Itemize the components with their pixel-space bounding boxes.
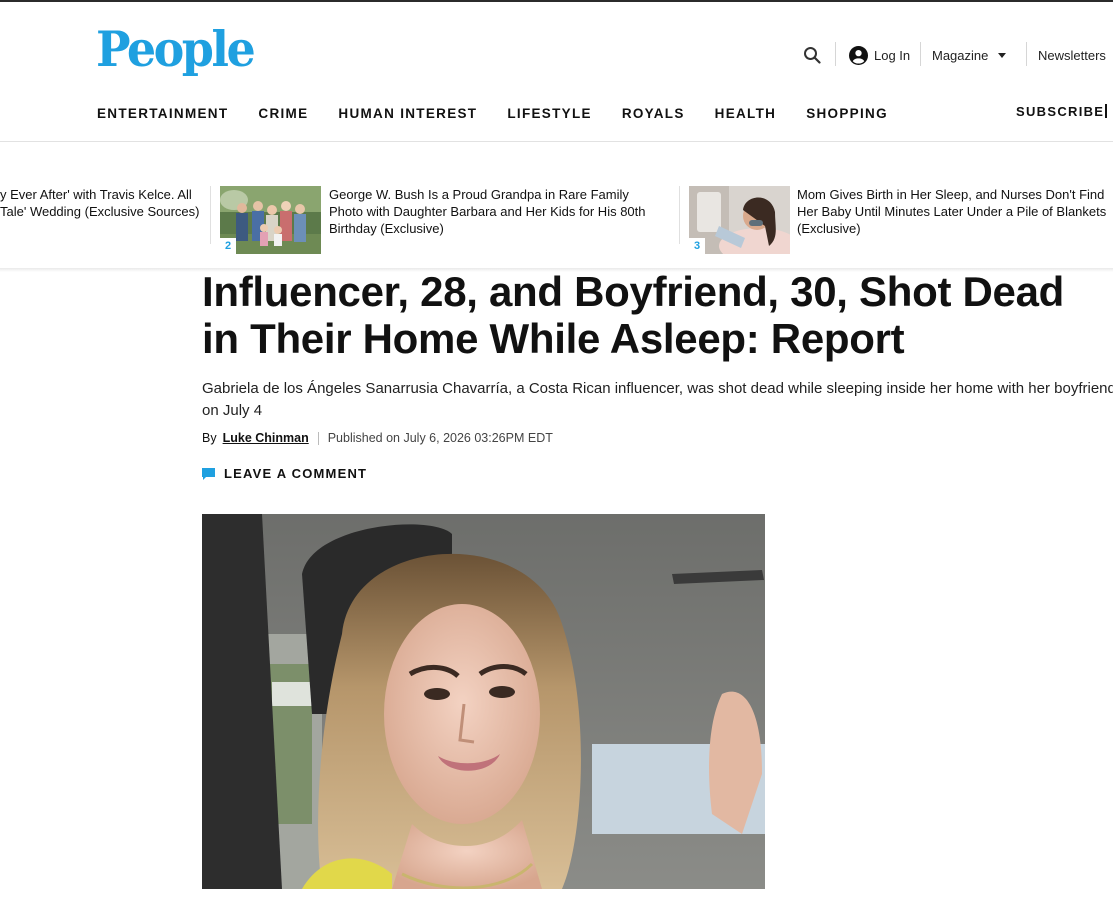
byline-divider <box>317 431 319 445</box>
nav-item-health[interactable]: HEALTH <box>715 106 777 121</box>
magazine-dropdown[interactable]: Magazine <box>932 42 1007 68</box>
comment-icon <box>202 467 215 480</box>
article-headline: Influencer, 28, and Boyfriend, 30, Shot … <box>202 268 1113 362</box>
top-border <box>0 0 1113 2</box>
main-nav: ENTERTAINMENT CRIME HUMAN INTEREST LIFES… <box>97 106 918 121</box>
account-icon <box>849 45 868 65</box>
trending-title-line: Birthday (Exclusive) <box>329 221 444 236</box>
leave-comment-button[interactable]: LEAVE A COMMENT <box>202 466 367 481</box>
newsletters-link[interactable]: Newsletters <box>1038 42 1106 68</box>
trending-thumbnail[interactable]: 3 <box>689 186 790 254</box>
chevron-down-icon <box>998 52 1007 58</box>
search-button[interactable] <box>803 42 823 68</box>
trending-title-line: Mom Gives Birth in Her Sleep, and Nurses… <box>797 187 1105 202</box>
headline-line: in Their Home While Asleep: Report <box>202 315 905 362</box>
dek-line: Gabriela de los Ángeles Sanarrusia Chava… <box>202 380 1113 397</box>
trending-title-line: Her Baby Until Minutes Later Under a Pil… <box>797 204 1107 219</box>
menu-divider <box>1105 104 1107 118</box>
leave-comment-label: LEAVE A COMMENT <box>224 466 368 481</box>
dek-line: on July 4 <box>202 402 263 419</box>
trending-title: George W. Bush Is a Proud Grandpa in Rar… <box>329 186 679 237</box>
author-link[interactable]: Luke Chinman <box>223 431 309 445</box>
nav-item-shopping[interactable]: SHOPPING <box>806 106 888 121</box>
trending-title-line: Tale' Wedding (Exclusive Sources) <box>0 204 200 219</box>
newsletters-label: Newsletters <box>1038 47 1106 63</box>
nav-item-crime[interactable]: CRIME <box>258 106 308 121</box>
header-rule <box>0 141 1113 142</box>
login-link[interactable]: Log In <box>849 42 910 68</box>
hero-image <box>202 514 765 889</box>
header-divider <box>835 42 836 66</box>
trending-divider <box>679 186 680 244</box>
nav-item-human-interest[interactable]: HUMAN INTEREST <box>338 106 477 121</box>
search-icon <box>804 47 821 64</box>
article-dek: Gabriela de los Ángeles Sanarrusia Chava… <box>202 378 1113 422</box>
published-date: Published on July 6, 2026 03:26PM EDT <box>327 431 553 445</box>
headline-line: Influencer, 28, and Boyfriend, 30, Shot … <box>202 268 1065 315</box>
trending-rank-badge: 3 <box>689 238 705 254</box>
trending-title: Mom Gives Birth in Her Sleep, and Nurses… <box>797 186 1113 237</box>
nav-item-royals[interactable]: ROYALS <box>622 106 685 121</box>
by-label: By <box>202 431 217 445</box>
trending-title-line: George W. Bush Is a Proud Grandpa in Rar… <box>329 187 629 202</box>
nav-item-entertainment[interactable]: ENTERTAINMENT <box>97 106 228 121</box>
trending-divider <box>210 186 211 244</box>
nav-item-lifestyle[interactable]: LIFESTYLE <box>507 106 591 121</box>
header-divider <box>920 42 921 66</box>
trending-thumbnail[interactable]: 2 <box>220 186 321 254</box>
influencer-photo-image <box>202 514 765 889</box>
login-label: Log In <box>874 47 911 63</box>
magazine-label: Magazine <box>932 47 989 63</box>
trending-rank-badge: 2 <box>220 238 236 254</box>
trending-title: y Ever After' with Travis Kelce. All Tal… <box>0 186 200 220</box>
subscribe-button[interactable]: SUBSCRIBE <box>1016 104 1104 119</box>
trending-title-line: y Ever After' with Travis Kelce. All <box>0 187 192 202</box>
people-logo[interactable]: People <box>96 25 256 73</box>
trending-title-line: (Exclusive) <box>797 221 861 236</box>
trending-title-line: Photo with Daughter Barbara and Her Kids… <box>329 204 646 219</box>
byline: By Luke Chinman Published on July 6, 202… <box>202 431 553 445</box>
header-divider <box>1026 42 1027 66</box>
